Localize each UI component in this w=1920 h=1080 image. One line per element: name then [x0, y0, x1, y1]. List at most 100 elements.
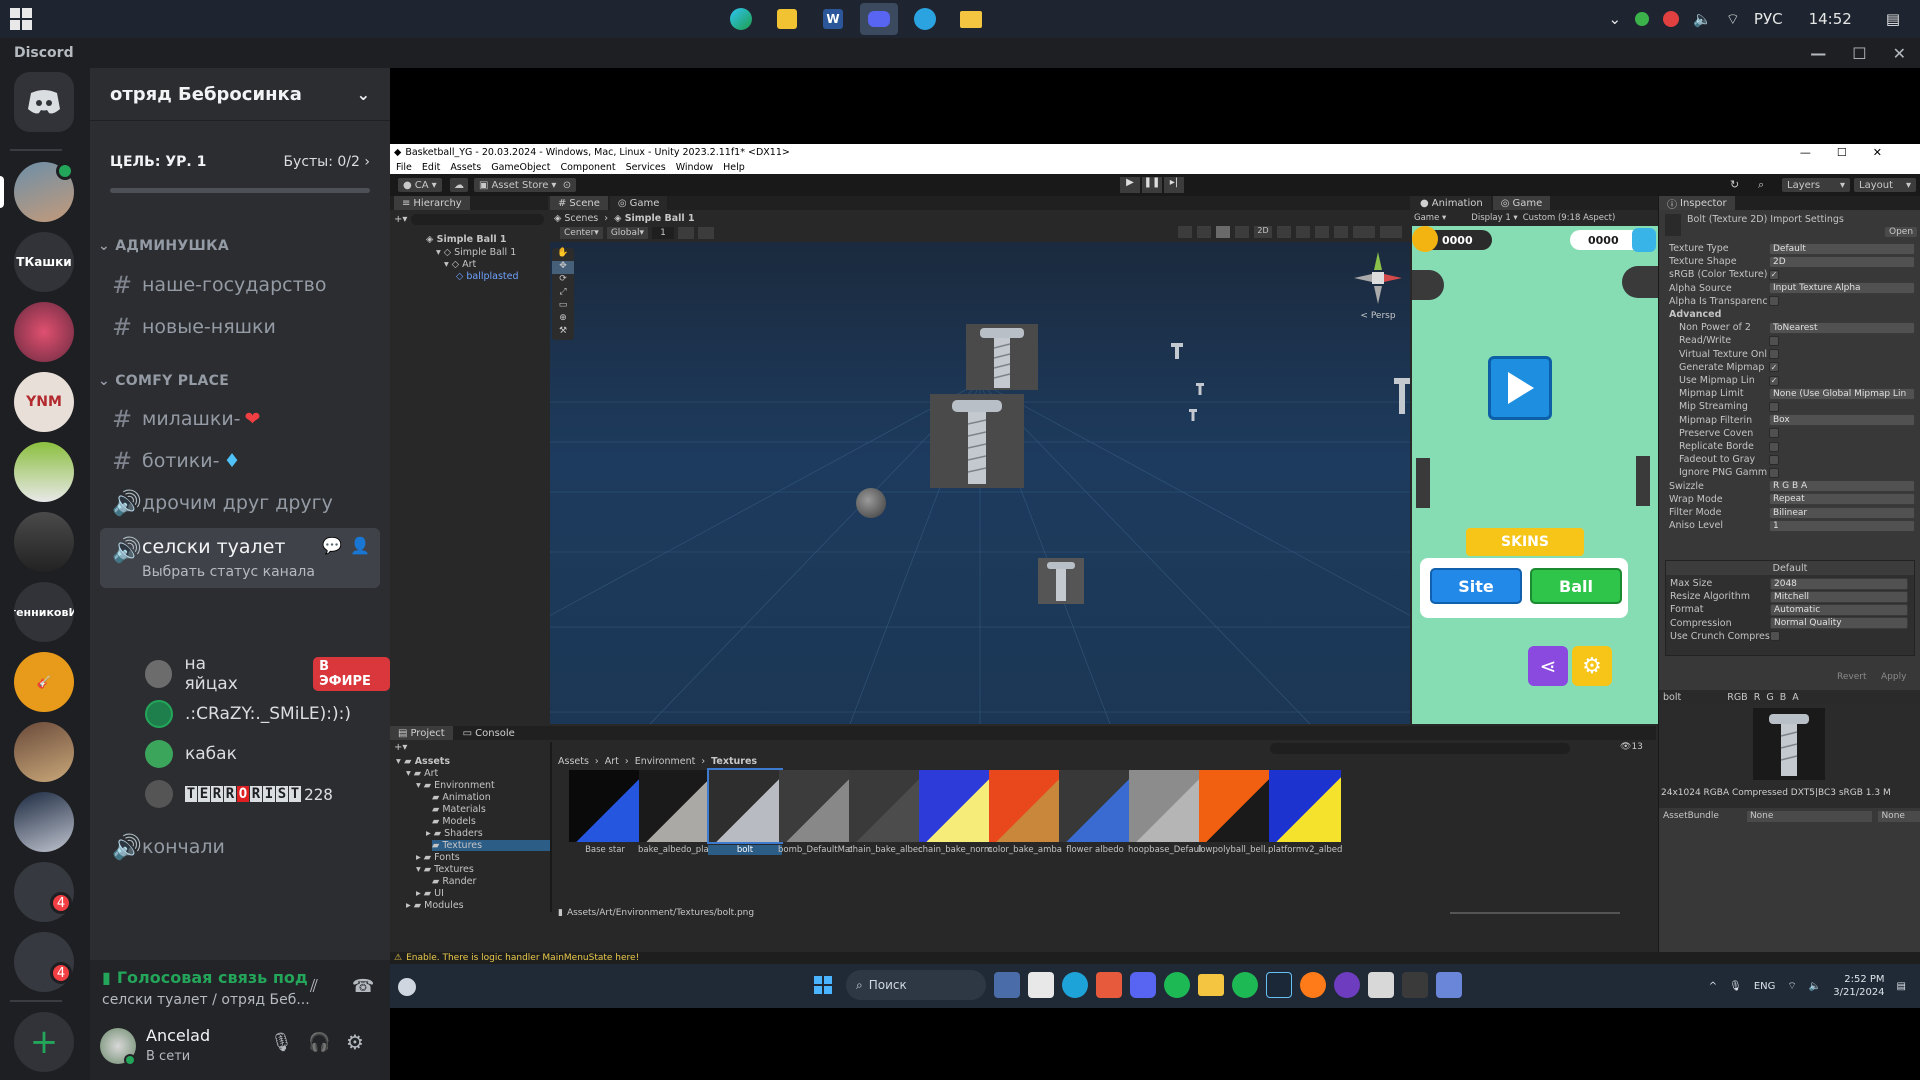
history-icon[interactable]: ↻ [1730, 178, 1739, 191]
voice-user[interactable]: T E R R O R I S T 228 [145, 776, 333, 812]
play-icon[interactable]: ▶ [1120, 177, 1140, 193]
rotate-tool-icon[interactable]: ⟳ [552, 274, 574, 287]
inspector-checkbox[interactable] [1769, 296, 1779, 307]
inspector-value-dropdown[interactable]: Box [1769, 414, 1915, 427]
taskbar-app-icon[interactable] [1096, 972, 1122, 998]
custom-tool-icon[interactable]: ⚒ [552, 326, 574, 339]
grid-size-field[interactable]: 1 [652, 227, 674, 239]
search-box[interactable]: ⌕ Поиск [846, 970, 986, 1000]
home-discord-icon[interactable] [14, 72, 74, 132]
edge-icon[interactable] [1062, 972, 1088, 998]
space-dropdown[interactable]: Global ▾ [606, 227, 649, 239]
taskbar-app-icon[interactable] [1028, 972, 1054, 998]
user-name[interactable]: Ancelad [146, 1026, 210, 1045]
settings-icon[interactable]: ⚙ [346, 1030, 364, 1054]
inspector-value-dropdown[interactable]: 1 [1769, 519, 1915, 532]
aspect-dropdown[interactable]: Custom (9:18 Aspect) [1523, 213, 1616, 223]
asset-store-dropdown[interactable]: ▣ Asset Store ▾ [474, 178, 562, 192]
tray-volume-icon[interactable]: 🔈 [1809, 981, 1821, 992]
inspector-checkbox[interactable] [1769, 467, 1779, 478]
bolt-object-small[interactable] [1195, 382, 1205, 396]
tab-animation[interactable]: ● Animation [1412, 196, 1491, 210]
inspector-value-dropdown[interactable]: ToNearest [1769, 321, 1915, 334]
inspector-checkbox[interactable]: ✓ [1769, 375, 1779, 386]
inspector-value-dropdown[interactable]: 2D [1769, 255, 1915, 268]
boost-goal[interactable]: ЦЕЛЬ: УР. 1 [110, 154, 206, 170]
hand-tool-icon[interactable]: ✋ [552, 248, 574, 261]
gizmos-icon[interactable] [1380, 226, 1402, 238]
inspector-value-dropdown[interactable]: Bilinear [1769, 506, 1915, 519]
inspector-checkbox[interactable] [1769, 335, 1779, 346]
game-mode-dropdown[interactable]: Game ▾ [1414, 213, 1446, 223]
inspector-checkbox[interactable] [1769, 349, 1779, 360]
guild-gennikov[interactable]: генниковИ [14, 582, 74, 642]
channel-b[interactable]: B [1780, 692, 1787, 703]
cloud-icon[interactable]: ☁ [450, 178, 468, 192]
volume-icon[interactable]: 🔈 [1693, 10, 1712, 28]
close-icon[interactable]: ✕ [1893, 44, 1906, 63]
folder-icon[interactable] [1198, 974, 1224, 996]
audio-icon[interactable] [1296, 226, 1310, 238]
chevron-up-icon[interactable]: ⌄ [1609, 10, 1622, 28]
weather-icon[interactable] [398, 978, 416, 996]
tray-lang[interactable]: ENG [1754, 981, 1776, 992]
spotify-icon[interactable] [1164, 972, 1190, 998]
menu-services[interactable]: Services [626, 162, 666, 173]
camera-icon[interactable] [1353, 226, 1375, 238]
inspector-value-dropdown[interactable]: Input Texture Alpha [1769, 282, 1915, 295]
tray-chevron-icon[interactable]: ^ [1709, 981, 1717, 992]
channel-g[interactable]: G [1766, 692, 1773, 703]
hierarchy-item[interactable]: ◇ ballplasted [456, 271, 519, 282]
pivot-dropdown[interactable]: Center ▾ [560, 227, 603, 239]
guild-avatar[interactable] [14, 512, 74, 572]
scene-name[interactable]: ◈ Simple Ball 1 [614, 213, 695, 224]
steam-icon[interactable] [1266, 972, 1292, 998]
draw-mode-icon[interactable] [1178, 226, 1192, 238]
play-button[interactable] [1488, 356, 1552, 420]
asset-thumbnail[interactable]: Base star [568, 770, 642, 855]
effects-icon[interactable] [1315, 226, 1329, 238]
asset-thumbnail[interactable]: bomb_DefaultMat... [778, 770, 852, 855]
inspector-checkbox[interactable] [1769, 441, 1779, 452]
tab-hierarchy[interactable]: ≡ Hierarchy [394, 196, 470, 210]
inspector-value-dropdown[interactable]: Default [1769, 242, 1915, 255]
inspector-checkbox[interactable] [1769, 454, 1779, 465]
guild-tkashki[interactable]: ТКашки [14, 232, 74, 292]
revert-button[interactable]: Revert [1837, 672, 1866, 682]
asset-bundle-dropdown[interactable]: None [1746, 810, 1873, 822]
guild-ynm[interactable]: YNM [14, 372, 74, 432]
wifi-icon[interactable]: ⌔ [1726, 10, 1740, 29]
taskbar-app-icon[interactable] [994, 972, 1020, 998]
tray-notifications-icon[interactable]: ▤ [1897, 981, 1906, 992]
asset-bundle-variant[interactable]: None [1878, 810, 1920, 822]
noise-suppression-icon[interactable]: ⫽ [310, 976, 318, 997]
voice-channel-3[interactable]: 🔊 кончали [100, 828, 380, 866]
tray-clock[interactable]: 2:52 PM 3/21/2024 [1833, 973, 1884, 999]
bolt-object[interactable] [966, 324, 1038, 390]
window-controls[interactable]: —☐✕ [1800, 146, 1908, 159]
add-icon[interactable]: +▾ [394, 214, 407, 225]
guild-avatar[interactable] [14, 302, 74, 362]
open-button[interactable]: Open [1885, 227, 1918, 237]
asset-thumbnail[interactable]: chain_bake_normal [918, 770, 992, 855]
voice-user[interactable]: .:CRaZY:._SMiLE):):) [145, 696, 351, 732]
shading-icon[interactable] [1197, 226, 1211, 238]
minimize-icon[interactable]: — [1810, 44, 1826, 63]
shading-active-icon[interactable] [1216, 226, 1230, 238]
inspector-value-dropdown[interactable]: None (Use Global Mipmap Lin [1769, 387, 1915, 400]
tab-game[interactable]: ◎ Game [609, 196, 668, 210]
hierarchy-item[interactable]: ▾ ◇ Art [444, 259, 476, 270]
platform-value-dropdown[interactable]: Normal Quality [1770, 617, 1908, 630]
hierarchy-search[interactable] [411, 213, 544, 225]
bolt-object[interactable] [1038, 558, 1084, 604]
disconnect-icon[interactable]: ☎ [352, 976, 374, 997]
account-dropdown[interactable]: ● CA ▾ [398, 178, 442, 192]
asset-thumbnail[interactable]: color_bake_ambar [988, 770, 1062, 855]
add-server-icon[interactable]: + [14, 1012, 74, 1072]
display-dropdown[interactable]: Display 1 ▾ [1471, 213, 1517, 223]
scale-tool-icon[interactable]: ⤢ [552, 287, 574, 300]
wireframe-icon[interactable] [1235, 226, 1249, 238]
tray-mic-icon[interactable]: 🎙 [1729, 981, 1742, 992]
apply-button[interactable]: Apply [1881, 672, 1906, 682]
rect-tool-icon[interactable]: ▭ [552, 300, 574, 313]
